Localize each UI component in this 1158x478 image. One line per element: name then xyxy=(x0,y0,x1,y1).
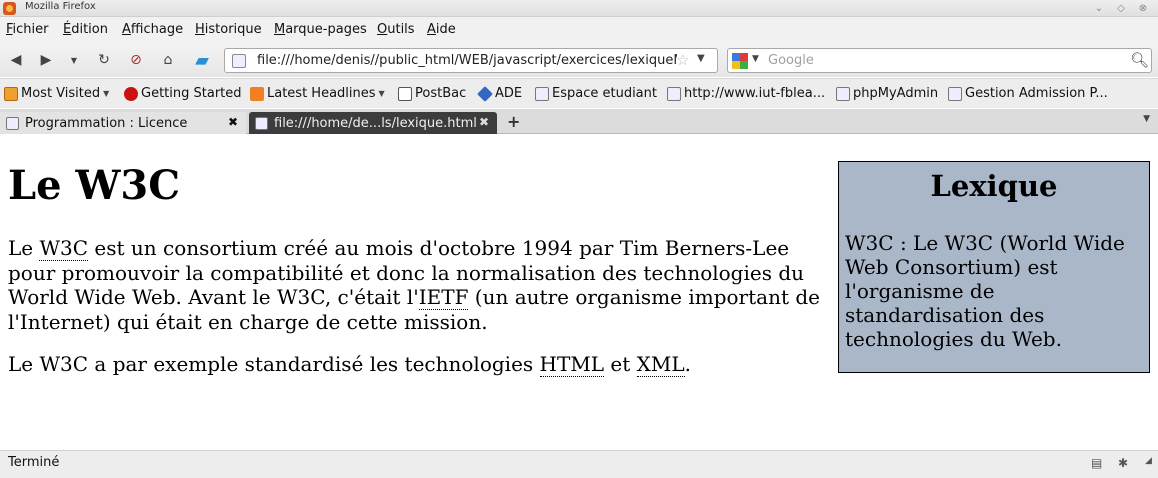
reload-icon[interactable]: ↻ xyxy=(94,50,114,70)
home-icon[interactable]: ⌂ xyxy=(158,50,178,70)
redhat-icon xyxy=(124,86,138,101)
rss-icon xyxy=(250,86,264,101)
status-bar: Terminé ▤ ✱ ◢ xyxy=(0,450,1158,478)
page-icon xyxy=(6,116,19,130)
page-icon xyxy=(398,86,412,101)
abbr-xml[interactable]: XML xyxy=(636,352,685,377)
ade-icon xyxy=(477,85,493,102)
abbr-html[interactable]: HTML xyxy=(539,352,605,377)
tab-label: file:///home/de...ls/lexique.html xyxy=(274,115,477,131)
tab-strip: Programmation : Licence ✖ file:///home/d… xyxy=(0,109,1158,134)
forward-icon[interactable]: ▶ xyxy=(36,50,56,70)
bookmark-gestion-admission[interactable]: Gestion Admission P... xyxy=(948,86,1108,101)
chevron-down-icon: ▼ xyxy=(378,89,385,98)
close-tab-icon[interactable]: ✖ xyxy=(479,115,489,129)
text-segment: Le xyxy=(8,236,40,260)
stop-icon[interactable]: ⊘ xyxy=(126,50,146,70)
page-icon xyxy=(836,86,850,101)
bookmark-star-icon[interactable]: ☆ xyxy=(676,51,689,69)
bookmark-espace-etudiant[interactable]: Espace etudiant xyxy=(535,86,657,101)
bookmarks-toolbar: Most Visited ▼ Getting Started Latest Hea… xyxy=(0,78,1158,108)
search-icon[interactable]: 🔍︎ xyxy=(1130,51,1149,69)
minimize-icon[interactable]: ⌄ xyxy=(1092,2,1106,15)
paragraph-w3c-intro: Le W3C est un consortium créé au mois d'… xyxy=(8,236,838,334)
bookmark-getting-started[interactable]: Getting Started xyxy=(124,86,242,101)
text-segment: . xyxy=(684,352,692,376)
text-segment: Le W3C a par exemple standardisé les tec… xyxy=(8,352,540,376)
addon-icon[interactable]: ▰ xyxy=(189,50,215,71)
close-window-icon[interactable]: ⊗ xyxy=(1136,2,1150,15)
title-bar: Mozilla Firefox ⌄ ◇ ⊗ xyxy=(0,0,1158,17)
bookmark-most-visited[interactable]: Most Visited ▼ xyxy=(4,86,109,101)
menu-aide[interactable]: Aide xyxy=(427,22,456,37)
maximize-icon[interactable]: ◇ xyxy=(1114,2,1128,15)
page-icon xyxy=(667,86,681,101)
bookmark-postbac[interactable]: PostBac xyxy=(398,86,466,101)
window-title: Mozilla Firefox xyxy=(25,1,96,12)
tab-programmation[interactable]: Programmation : Licence ✖ xyxy=(0,112,246,134)
url-bar[interactable]: file:///home/denis//public_html/WEB/java… xyxy=(224,48,718,73)
history-dropdown-icon[interactable]: ▼ xyxy=(64,50,84,70)
search-bar[interactable]: ▼ 🔍︎ xyxy=(727,48,1152,73)
firefox-icon xyxy=(3,2,16,15)
menu-affichage[interactable]: Affichage xyxy=(122,22,183,37)
list-all-tabs-icon[interactable]: ▼ xyxy=(1143,114,1150,124)
bookmark-label: Latest Headlines xyxy=(267,86,376,101)
lexique-title: Lexique xyxy=(930,169,1058,203)
menu-bar: Fichier Édition Affichage Historique Mar… xyxy=(0,17,1158,43)
bookmark-label: Most Visited xyxy=(21,86,101,101)
status-message: Terminé xyxy=(8,455,60,470)
bookmark-label: phpMyAdmin xyxy=(853,86,939,101)
back-icon[interactable]: ◀ xyxy=(6,50,26,70)
navigation-toolbar: ◀ ▶ ▼ ↻ ⊘ ⌂ ▰ file:///home/denis//public… xyxy=(0,43,1158,77)
text-segment: et xyxy=(604,352,637,376)
search-input[interactable] xyxy=(768,51,1128,70)
firebug-icon[interactable]: ✱ xyxy=(1118,456,1132,470)
folder-icon xyxy=(4,86,18,101)
menu-marque-pages[interactable]: Marque-pages xyxy=(274,22,367,37)
bookmark-iut[interactable]: http://www.iut-fblea... xyxy=(667,86,825,101)
page-icon xyxy=(255,116,268,130)
bookmark-label: Gestion Admission P... xyxy=(965,86,1108,101)
bookmark-label: PostBac xyxy=(415,86,467,101)
bookmark-label: ADE xyxy=(495,86,523,101)
resize-grip-icon[interactable]: ◢ xyxy=(1145,456,1158,470)
menu-outils[interactable]: Outils xyxy=(377,22,415,37)
tab-lexique[interactable]: file:///home/de...ls/lexique.html ✖ xyxy=(249,112,497,134)
bookmark-phpmyadmin[interactable]: phpMyAdmin xyxy=(836,86,938,101)
bookmark-ade[interactable]: ADE xyxy=(477,85,523,102)
url-text[interactable]: file:///home/denis//public_html/WEB/java… xyxy=(257,53,677,68)
abbr-w3c[interactable]: W3C xyxy=(39,236,89,261)
url-dropdown-icon[interactable]: ▼ xyxy=(697,53,705,64)
close-tab-icon[interactable]: ✖ xyxy=(228,115,238,129)
site-identity-icon[interactable] xyxy=(232,54,246,68)
menu-fichier[interactable]: Fichier xyxy=(6,22,49,37)
addon-status-icon[interactable]: ▤ xyxy=(1091,456,1105,470)
menu-edition[interactable]: Édition xyxy=(63,22,108,37)
page-content: Le W3C Le W3C est un consortium créé au … xyxy=(0,135,1158,450)
paragraph-w3c-standards: Le W3C a par exemple standardisé les tec… xyxy=(8,352,838,377)
page-heading: Le W3C xyxy=(8,162,181,209)
page-icon xyxy=(948,86,962,101)
tab-label: Programmation : Licence xyxy=(25,115,188,131)
new-tab-icon[interactable]: + xyxy=(507,112,520,131)
menu-historique[interactable]: Historique xyxy=(195,22,262,37)
engine-dropdown-icon[interactable]: ▼ xyxy=(752,54,759,64)
google-engine-icon[interactable] xyxy=(732,53,748,69)
chevron-down-icon: ▼ xyxy=(103,89,110,98)
bookmark-label: Espace etudiant xyxy=(552,86,657,101)
page-icon xyxy=(535,86,549,101)
bookmark-label: http://www.iut-fblea... xyxy=(684,86,826,101)
bookmark-latest-headlines[interactable]: Latest Headlines ▼ xyxy=(250,86,385,101)
bookmark-label: Getting Started xyxy=(141,86,242,101)
lexique-box: Lexique W3C : Le W3C (World Wide Web Con… xyxy=(838,161,1150,373)
lexique-definition: W3C : Le W3C (World Wide Web Consortium)… xyxy=(845,231,1125,351)
abbr-ietf[interactable]: IETF xyxy=(418,285,469,310)
